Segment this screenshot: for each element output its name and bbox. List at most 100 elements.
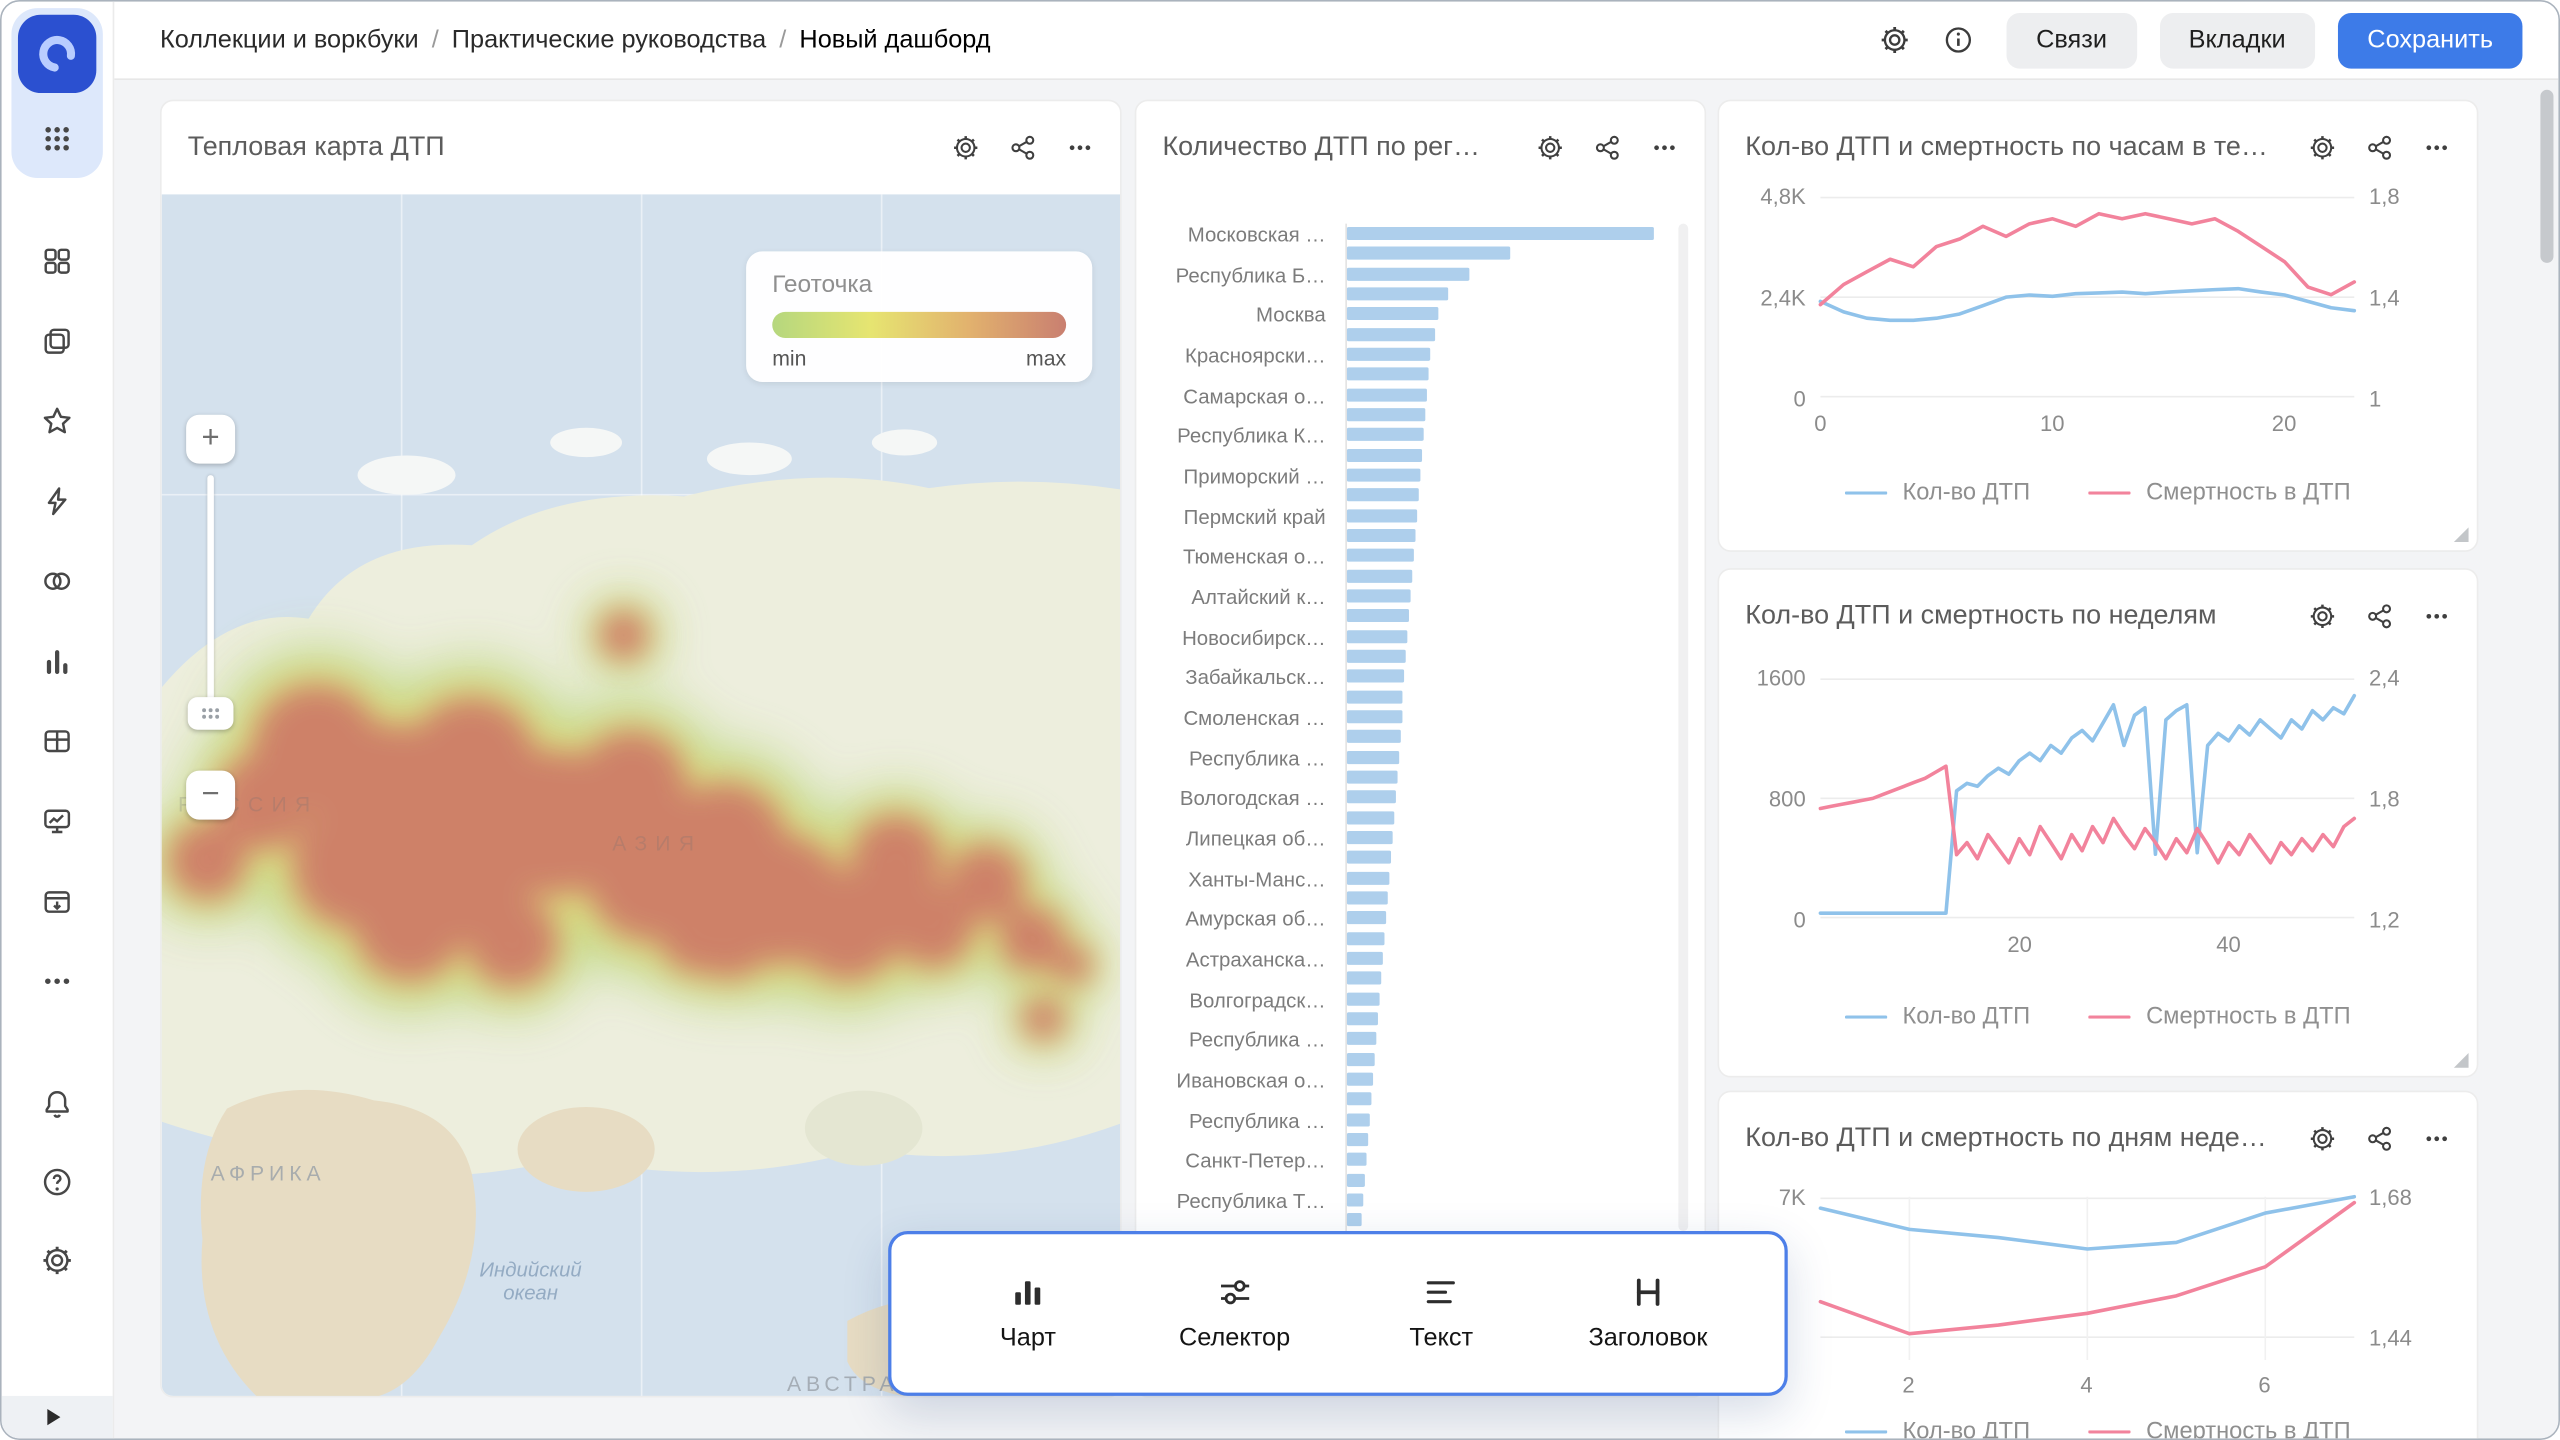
heatmap-map[interactable]: РОССИЯ АЗИЯ АФРИКА Индийский океан АВСТР… [162, 194, 1120, 1396]
bar [1347, 989, 1674, 1009]
bar-category-label: Амурская об… [1149, 908, 1325, 948]
bar-label-col: Московская …Республика Б…МоскваКрасноярс… [1149, 224, 1325, 1231]
resize-handle[interactable] [2454, 527, 2469, 542]
x-axis-tick: 40 [2216, 932, 2241, 956]
widget-heatmap: Тепловая карта ДТП [160, 100, 1122, 1398]
y2-axis-tick: 1,4 [2369, 286, 2400, 310]
toolbar-item-selector[interactable]: Селектор [1164, 1273, 1304, 1353]
widget-share-icon[interactable] [1593, 134, 1621, 162]
legend-item-dtp[interactable]: Кол-во ДТП [1845, 1004, 2030, 1030]
widget-header: Тепловая карта ДТП [162, 101, 1120, 194]
widget-more-icon[interactable] [1066, 134, 1094, 162]
toolbar-item-text[interactable]: Текст [1371, 1273, 1511, 1353]
widget-more-icon[interactable] [2423, 1125, 2451, 1153]
bar [1347, 787, 1674, 807]
chart-legend: Кол-во ДТП Смертность в ДТП [1719, 480, 2477, 506]
bar [1347, 344, 1674, 364]
bar [1347, 505, 1674, 525]
nav-tables-icon[interactable] [41, 725, 74, 758]
page-scrollbar-thumb[interactable] [2540, 90, 2553, 263]
zoom-slider-handle[interactable] [188, 697, 234, 730]
toolbar-item-label: Заголовок [1588, 1324, 1707, 1353]
y2-axis-tick: 1,8 [2369, 787, 2400, 811]
nav-datasets-venn-icon[interactable] [41, 565, 74, 598]
widget-title: Кол-во ДТП и смертность по часам в те… [1745, 132, 2292, 163]
help-icon[interactable] [41, 1166, 74, 1199]
widget-bar-chart: Количество ДТП по рег… Московская …Респу… [1135, 100, 1706, 1398]
bar-chart-scrollbar[interactable] [1678, 224, 1688, 1231]
widget-share-icon[interactable] [2366, 134, 2394, 162]
notifications-bell-icon[interactable] [41, 1087, 74, 1120]
breadcrumb-guides[interactable]: Практические руководства [452, 25, 766, 54]
legend-item-death[interactable]: Смертность в ДТП [2089, 1004, 2351, 1030]
widget-gear-icon[interactable] [2309, 1125, 2337, 1153]
widget-more-icon[interactable] [2423, 134, 2451, 162]
heading-h-icon [1629, 1273, 1667, 1311]
sidebar [2, 2, 115, 1439]
bar [1347, 646, 1674, 666]
text-lines-icon [1423, 1273, 1461, 1311]
widget-share-icon[interactable] [1009, 134, 1037, 162]
widget-share-icon[interactable] [2366, 602, 2394, 630]
widget-actions [952, 134, 1094, 162]
nav-favorites-star-icon[interactable] [41, 405, 74, 438]
legend-item-death[interactable]: Смертность в ДТП [2089, 1419, 2351, 1439]
settings-gear-icon[interactable] [41, 1244, 74, 1277]
toolbar-item-chart[interactable]: Чарт [958, 1273, 1098, 1353]
widget-more-icon[interactable] [1651, 134, 1679, 162]
legend-swatch-blue [1845, 491, 1887, 494]
bar [1347, 526, 1674, 546]
bar-category-label: Волгоградск… [1149, 989, 1325, 1029]
zoom-slider-track[interactable] [207, 475, 214, 707]
nav-charts-icon[interactable] [41, 645, 74, 678]
dashboard-settings-gear-icon[interactable] [1879, 24, 1910, 55]
breadcrumb-collections[interactable]: Коллекции и воркбуки [160, 25, 419, 54]
info-icon[interactable] [1943, 24, 1974, 55]
bar [1347, 606, 1674, 626]
bar-category-label: Республика Б… [1149, 264, 1325, 304]
bar [1347, 727, 1674, 747]
widget-title: Тепловая карта ДТП [188, 132, 936, 163]
nav-connections-bolt-icon[interactable] [41, 485, 74, 518]
bar [1347, 365, 1674, 385]
x-axis-tick: 2 [1902, 1373, 1914, 1397]
bar [1347, 828, 1674, 848]
widget-gear-icon[interactable] [1536, 134, 1564, 162]
legend-item-death[interactable]: Смертность в ДТП [2089, 480, 2351, 506]
nav-storage-box-icon[interactable] [41, 885, 74, 918]
sidebar-collapse-strip[interactable] [2, 1396, 113, 1438]
bar-category-label: Смоленская … [1149, 707, 1325, 747]
nav-dashboards-monitor-icon[interactable] [41, 805, 74, 838]
bar [1347, 324, 1674, 344]
bar-category-label: Астраханска… [1149, 949, 1325, 989]
widget-title: Количество ДТП по рег… [1162, 132, 1520, 163]
nav-workbooks-icon[interactable] [41, 325, 74, 358]
widget-gear-icon[interactable] [952, 134, 980, 162]
widget-more-icon[interactable] [2423, 602, 2451, 630]
resize-handle[interactable] [2454, 1053, 2469, 1068]
legend-label: Смертность в ДТП [2146, 1419, 2351, 1439]
nav-collections-icon[interactable] [41, 245, 74, 278]
map-legend-title: Геоточка [772, 271, 1066, 299]
nav-more-icon[interactable] [41, 965, 74, 998]
zoom-out-button[interactable]: − [186, 771, 235, 820]
bar [1347, 1049, 1674, 1069]
legend-item-dtp[interactable]: Кол-во ДТП [1845, 480, 2030, 506]
bar-category-label: Забайкальск… [1149, 667, 1325, 707]
apps-grid-icon[interactable] [41, 122, 74, 155]
widget-gear-icon[interactable] [2309, 602, 2337, 630]
zoom-in-button[interactable]: + [186, 415, 235, 464]
widget-gear-icon[interactable] [2309, 134, 2337, 162]
bar [1347, 284, 1674, 304]
tabs-button[interactable]: Вкладки [2159, 12, 2315, 68]
y2-axis-tick: 1,8 [2369, 184, 2400, 208]
toolbar-item-heading[interactable]: Заголовок [1578, 1273, 1718, 1353]
widget-share-icon[interactable] [2366, 1125, 2394, 1153]
bar [1347, 445, 1674, 465]
bar-category-label: Республика … [1149, 747, 1325, 787]
datalens-logo[interactable] [18, 15, 96, 93]
bar-category-label: Красноярски… [1149, 345, 1325, 385]
legend-item-dtp[interactable]: Кол-во ДТП [1845, 1419, 2030, 1439]
links-button[interactable]: Связи [2007, 12, 2137, 68]
save-button[interactable]: Сохранить [2338, 12, 2523, 68]
